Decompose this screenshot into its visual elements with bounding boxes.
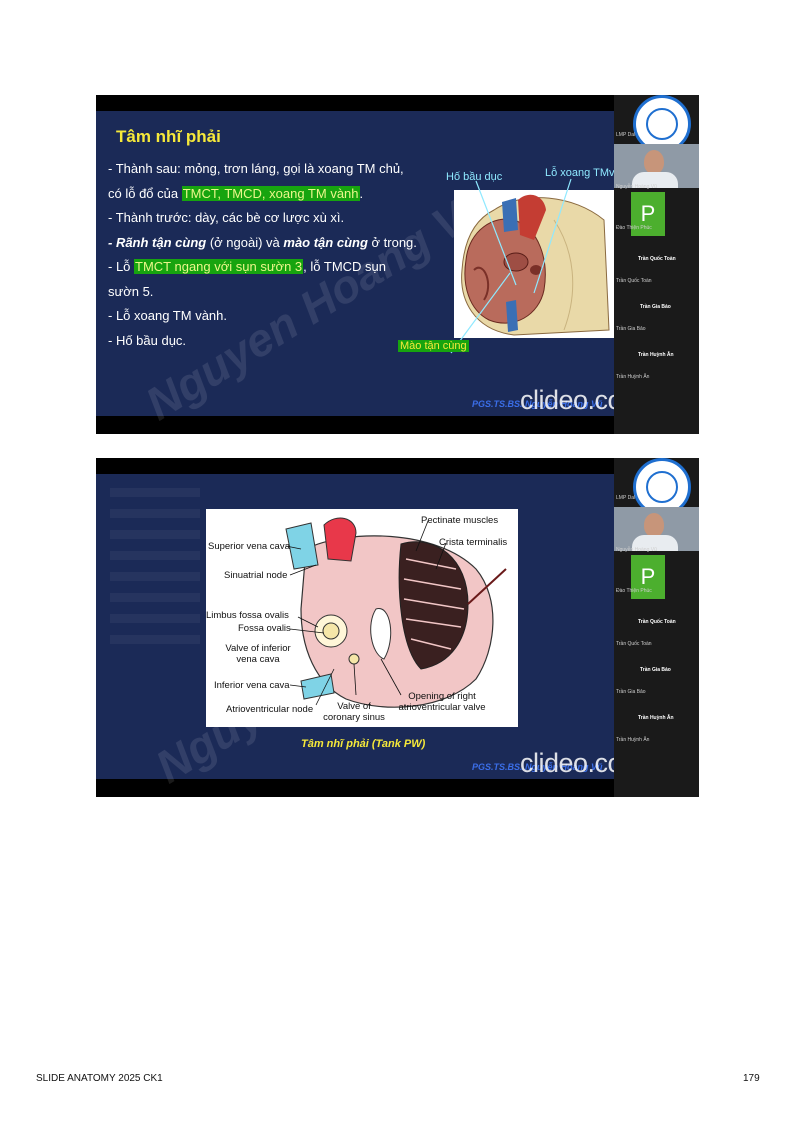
footer-title: SLIDE ANATOMY 2025 CK1 [36,1073,163,1084]
participant-name[interactable]: Trần Quốc Toàn [638,619,676,625]
participant-panel: LMP Dal Nguyễn Hoàng Vũ P Đào Thiện Phúc… [614,95,699,434]
host-label: LMP Dal [616,495,636,501]
label-fossa-ovalis: Fossa ovalis [238,623,291,634]
label-svc: Superior vena cava [208,541,290,552]
bullet-line: - Rãnh tận cùng (ở ngoài) và mào tận cùn… [108,234,417,250]
participant-panel: LMP Dal Nguyễn Hoàng Vũ P Đào Thiện Phúc… [614,458,699,797]
participant-label: Trần Huỳnh Ân [616,374,650,380]
label-ivc: Inferior vena cava [214,680,290,691]
label-crista-terminalis: Crista terminalis [439,537,508,548]
speaker-name: Nguyễn Hoàng Vũ [616,547,657,553]
participant-label: Trần Gia Bảo [616,326,646,332]
figure-caption: Tâm nhĩ phải (Tank PW) [301,738,426,750]
label-pectinate: Pectinate muscles [421,515,499,526]
label-opening: Opening of right atrioventricular valve [398,691,486,713]
speaker-name: Nguyễn Hoàng Vũ [616,184,657,190]
speaker-video[interactable] [614,144,699,188]
bullet-line: sườn 5. [108,283,154,299]
bullet-list: - Thành sau: mỏng, trơn láng, gọi là xoa… [108,157,453,353]
participant-label: Trần Huỳnh Ân [616,737,650,743]
faded-text [110,488,200,656]
participant-name[interactable]: Trần Gia Bảo [640,667,671,673]
label-coronary-sinus: Lỗ xoang TMv [545,167,615,179]
slide-2: Nguyen Hoang Vu Pectinate muscles [96,458,699,797]
highlight: TMCT, TMCD, xoang TM vành [181,185,360,201]
label-valve-cs: Valve of coronary sinus [323,701,385,723]
speaker-video[interactable] [614,507,699,551]
anatomy-figure: Pectinate muscles Crista terminalis Supe… [206,509,518,727]
participant-label: Trần Quốc Toàn [616,641,652,647]
avatar-name: Đào Thiện Phúc [616,588,652,594]
participant-name[interactable]: Trần Quốc Toàn [638,256,676,262]
label-limbus: Limbus fossa ovalis [206,610,289,621]
bullet-line: - Lỗ xoang TM vành. [108,308,227,323]
page-number: 179 [743,1073,760,1084]
highlight: TMCT ngang với sụn sườn 3 [134,259,304,274]
participant-name[interactable]: Trần Huỳnh Ân [638,352,674,358]
pointer-lines [450,178,572,354]
label-valve-ivc: Valve of inferior vena cava [225,643,291,665]
bullet-line: - Thành trước: dày, các bè cơ lược xù xì… [108,210,345,225]
participant-label: Trần Quốc Toàn [616,278,652,284]
slide-1: Nguyen Hoang Vu Tâm nhĩ phải - Thành sau… [96,95,699,434]
bullet-line: - Lỗ TMCT ngang với sụn sườn 3, lỗ TMCD … [108,259,386,274]
label-fossa: Hố bầu dục [446,171,503,183]
label-sa-node: Sinuatrial node [224,570,288,581]
host-label: LMP Dal [616,132,636,138]
participant-name[interactable]: Trần Gia Bảo [640,304,671,310]
avatar-name: Đào Thiện Phúc [616,225,652,231]
label-crista: Mào tận cùng [398,340,469,352]
bullet-line: có lỗ đổ của TMCT, TMCD, xoang TM vành. [108,185,364,201]
bullet-line: - Thành sau: mỏng, trơn láng, gọi là xoa… [108,161,404,176]
participant-label: Trần Gia Bảo [616,689,646,695]
slide-title: Tâm nhĩ phải [116,127,221,146]
label-av-node: Atrioventricular node [226,704,314,715]
participant-name[interactable]: Trần Huỳnh Ân [638,715,674,721]
